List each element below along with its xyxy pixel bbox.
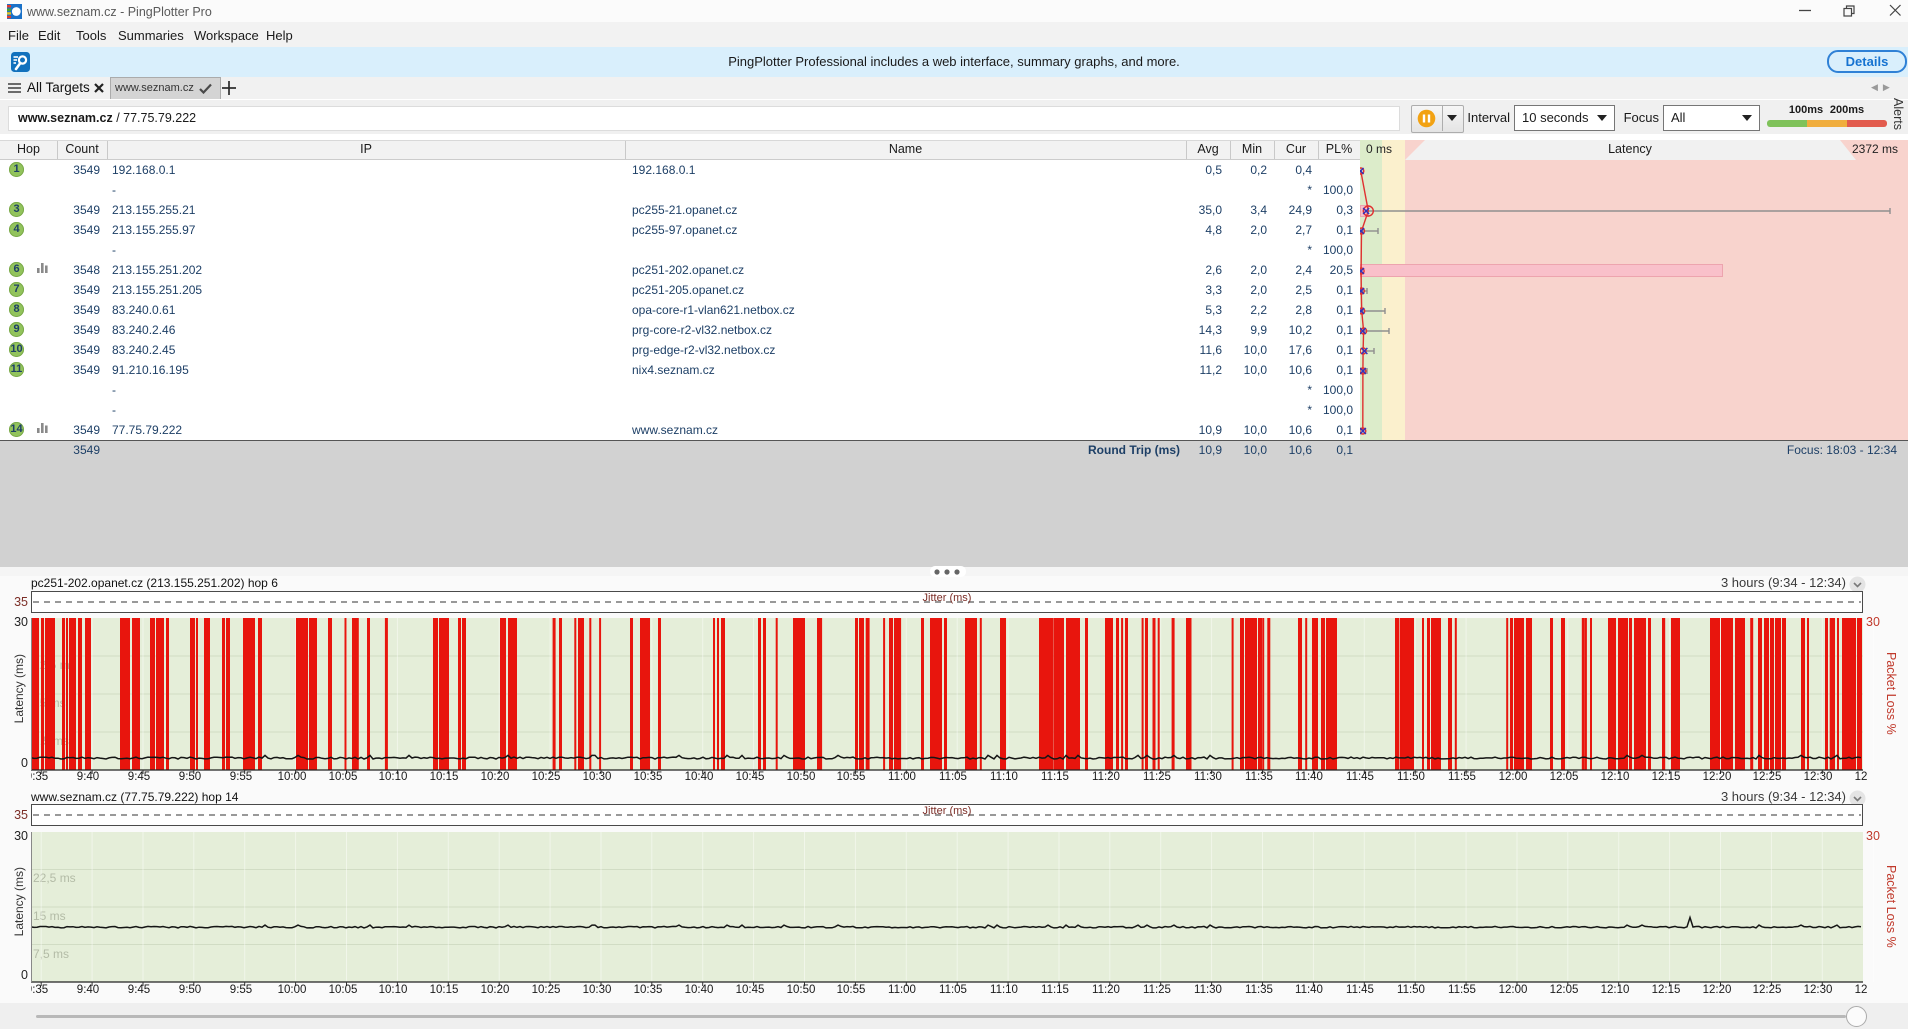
svg-text:7,5 ms: 7,5 ms — [33, 947, 69, 961]
svg-text:15 ms: 15 ms — [33, 909, 66, 923]
svg-text:22,5 ms: 22,5 ms — [33, 871, 76, 885]
